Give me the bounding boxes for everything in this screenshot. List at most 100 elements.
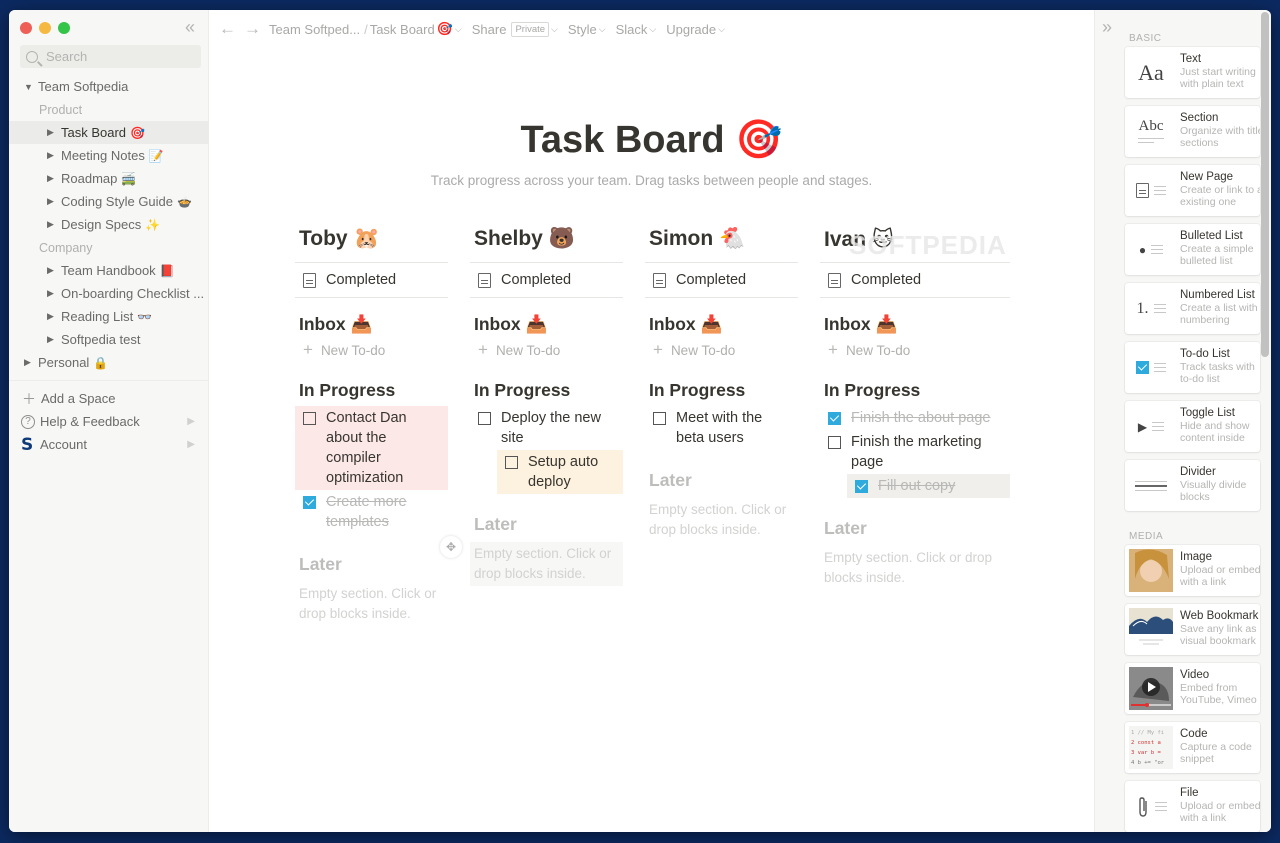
todo-text[interactable]: Create more templates [326,492,444,532]
close-window-button[interactable] [20,22,32,34]
block-name: New Page [1180,171,1234,183]
todo-item[interactable]: Deploy the new site [470,406,623,450]
glasses-icon: 👓 [137,309,153,324]
new-todo-button[interactable]: + New To-do [295,338,448,362]
column-title[interactable]: Toby 🐹 [295,222,448,263]
block-code[interactable]: 1 // My fi 2 const a 3 var b = 4 b += "or C… [1125,722,1260,773]
forward-arrow-icon[interactable]: → [244,19,261,39]
sidebar-item-team-handbook[interactable]: ▶ Team Handbook 📕 [9,259,209,282]
panel-scrollbar[interactable] [1261,12,1269,357]
add-space-button[interactable]: ＋ Add a Space [9,387,209,410]
block-bulleted-list[interactable]: ● Bulleted List Create a simple bulleted… [1125,224,1260,275]
todo-checkbox[interactable] [653,412,666,425]
todo-checkbox[interactable] [303,496,316,509]
page-subtitle[interactable]: Track progress across your team. Drag ta… [209,173,1094,188]
breadcrumb-parent[interactable]: Team Softped... [269,22,360,37]
style-menu[interactable]: Style ⌵ [568,22,606,37]
section-label-media: MEDIA [1129,531,1164,542]
column-title[interactable]: Shelby 🐻 [470,222,623,263]
todo-item[interactable]: Meet with the beta users [645,406,798,450]
empty-section-placeholder[interactable]: Empty section. Click or drop blocks insi… [645,498,798,542]
todo-checkbox[interactable] [505,456,518,469]
block-desc: Create or link to an existing one [1180,184,1260,208]
sidebar-item-coding-style-guide[interactable]: ▶ Coding Style Guide 🍲 [9,190,209,213]
new-todo-button[interactable]: + New To-do [470,338,623,362]
new-todo-button[interactable]: + New To-do [820,338,1010,362]
block-web-bookmark[interactable]: Web Bookmark Save any link as visual boo… [1125,604,1260,655]
sidebar-item-softpedia-test[interactable]: ▶ Softpedia test [9,328,209,351]
new-todo-button[interactable]: + New To-do [645,338,798,362]
sidebar-item-task-board[interactable]: ▶ Task Board 🎯 [9,121,209,144]
sidebar-item-onboarding-checklist[interactable]: ▶ On-boarding Checklist ... [9,282,209,305]
chevron-down-icon[interactable]: ⌵ [455,24,462,35]
todo-item[interactable]: Contact Dan about the compiler optimizat… [295,406,448,490]
block-text[interactable]: Aa Text Just start writing with plain te… [1125,47,1260,98]
search-box[interactable] [20,45,201,68]
column-title[interactable]: Ivan 🐱 [820,222,1010,263]
todo-text[interactable]: Finish the marketing page [851,432,986,472]
todo-checkbox[interactable] [828,436,841,449]
upgrade-menu[interactable]: Upgrade ⌵ [666,22,725,37]
completed-page-link[interactable]: Completed [820,263,1010,298]
block-divider[interactable]: Divider Visually divide blocks [1125,460,1260,511]
empty-section-placeholder[interactable]: Empty section. Click or drop blocks insi… [820,546,1010,590]
block-desc: Upload or embed with a link [1180,564,1260,588]
collapse-panel-icon[interactable]: » [1102,17,1112,38]
block-numbered-list[interactable]: 1. Numbered List Create a list with numb… [1125,283,1260,334]
plus-icon: + [828,340,838,359]
completed-page-link[interactable]: Completed [295,263,448,298]
inbox-tray-icon: 📥 [350,314,373,334]
sidebar-item-meeting-notes[interactable]: ▶ Meeting Notes 📝 [9,144,209,167]
column-title[interactable]: Simon 🐔 [645,222,798,263]
todo-text[interactable]: Meet with the beta users [676,408,794,448]
sidebar-item-roadmap[interactable]: ▶ Roadmap 🚎 [9,167,209,190]
block-new-page[interactable]: New Page Create or link to an existing o… [1125,165,1260,216]
todo-checkbox[interactable] [478,412,491,425]
todo-text[interactable]: Fill out copy [878,476,955,496]
search-input[interactable] [46,49,186,64]
todo-text[interactable]: Setup auto deploy [528,452,619,492]
todo-checkbox[interactable] [855,480,868,493]
todo-text[interactable]: Finish the about page [851,408,990,428]
board-columns: Toby 🐹 Completed Inbox 📥 + New To-do In … [295,222,1032,626]
block-file[interactable]: File Upload or embed with a link [1125,781,1260,832]
todo-text[interactable]: Contact Dan about the compiler optimizat… [326,408,444,488]
todo-checkbox[interactable] [303,412,316,425]
drag-move-icon[interactable]: ✥ [440,536,462,558]
completed-page-link[interactable]: Completed [470,263,623,298]
empty-section-placeholder[interactable]: Empty section. Click or drop blocks insi… [470,542,623,586]
workspace-toggle[interactable]: ▼ Team Softpedia [9,75,209,98]
zoom-window-button[interactable] [58,22,70,34]
softpedia-logo-icon: S [21,434,34,455]
collapse-sidebar-icon[interactable]: « [185,17,195,38]
share-menu[interactable]: Share Private ⌵ [472,21,558,37]
todo-item[interactable]: Create more templates [295,490,448,534]
breadcrumb-current[interactable]: Task Board [370,22,435,37]
page-title[interactable]: Task Board 🎯 [209,118,1094,162]
sidebar-item-design-specs[interactable]: ▶ Design Specs ✨ [9,213,209,236]
block-video[interactable]: Video Embed from YouTube, Vimeo [1125,663,1260,714]
block-image[interactable]: Image Upload or embed with a link [1125,545,1260,596]
block-name: Bulleted List [1180,230,1243,242]
sidebar-item-reading-list[interactable]: ▶ Reading List 👓 [9,305,209,328]
target-icon[interactable]: 🎯 [735,119,782,161]
sidebar-item-personal[interactable]: ▶ Personal 🔒 [9,351,209,374]
sidebar-item-label: Personal [38,355,90,370]
slack-menu[interactable]: Slack ⌵ [616,22,657,37]
todo-item[interactable]: Fill out copy [847,474,1010,498]
todo-text[interactable]: Deploy the new site [501,408,619,448]
todo-item[interactable]: Finish the marketing page [820,430,990,474]
block-toggle-list[interactable]: ▶ Toggle List Hide and show content insi… [1125,401,1260,452]
account-button[interactable]: S Account ▶ [9,433,209,456]
block-todo-list[interactable]: To-do List Track tasks with to-do list [1125,342,1260,393]
back-arrow-icon[interactable]: ← [219,19,236,39]
todo-item[interactable]: Setup auto deploy [497,450,623,494]
todo-checkbox[interactable] [828,412,841,425]
minimize-window-button[interactable] [39,22,51,34]
completed-page-link[interactable]: Completed [645,263,798,298]
empty-section-placeholder[interactable]: Empty section. Click or drop blocks insi… [295,582,448,626]
todo-item[interactable]: Finish the about page [820,406,1010,430]
hamster-icon: 🐹 [353,227,380,250]
block-section[interactable]: Abc Section Organize with titled section… [1125,106,1260,157]
help-feedback-button[interactable]: ? Help & Feedback ▶ [9,410,209,433]
